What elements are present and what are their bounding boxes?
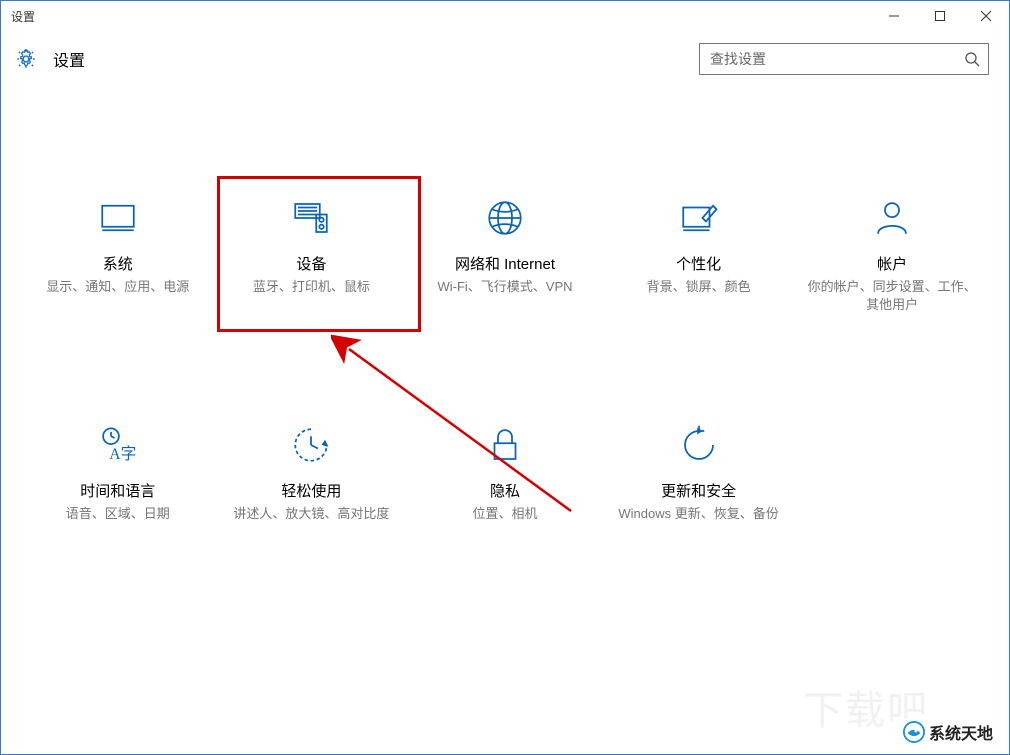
tile-privacy[interactable]: 隐私 位置、相机: [415, 424, 595, 523]
tile-row-2: A字 时间和语言 语音、区域、日期 轻松使用 讲述人、放大镜、高对比度: [21, 424, 989, 523]
tile-desc: Windows 更新、恢复、备份: [618, 505, 778, 523]
update-icon: [678, 424, 720, 466]
tile-ease-of-access[interactable]: 轻松使用 讲述人、放大镜、高对比度: [221, 424, 401, 523]
watermark-text: 系统天地: [929, 720, 993, 744]
display-icon: [97, 197, 139, 239]
window-title: 设置: [11, 8, 871, 25]
page-title: 设置: [53, 47, 699, 71]
time-language-icon: A字: [97, 424, 139, 466]
globe-icon: [484, 197, 526, 239]
tile-desc: 语音、区域、日期: [66, 505, 170, 523]
tile-desc: 你的帐户、同步设置、工作、其他用户: [807, 278, 977, 314]
tile-devices[interactable]: 设备 蓝牙、打印机、鼠标: [221, 197, 401, 314]
tile-personalization[interactable]: 个性化 背景、锁屏、颜色: [609, 197, 789, 314]
tile-desc: 位置、相机: [472, 505, 537, 523]
svg-text:A字: A字: [109, 445, 136, 463]
tile-network[interactable]: 网络和 Internet Wi-Fi、飞行模式、VPN: [415, 197, 595, 314]
search-box[interactable]: [699, 43, 989, 75]
search-input[interactable]: [700, 44, 988, 74]
personalization-icon: [678, 197, 720, 239]
tile-title: 网络和 Internet: [455, 253, 555, 274]
person-icon: [871, 197, 913, 239]
gear-icon: [15, 48, 37, 70]
tile-title: 系统: [103, 253, 133, 274]
tile-title: 设备: [296, 253, 326, 274]
tile-title: 帐户: [877, 253, 907, 274]
tile-title: 个性化: [676, 253, 721, 274]
lock-icon: [484, 424, 526, 466]
header-bar: 设置: [1, 31, 1009, 87]
tiles-container: 系统 显示、通知、应用、电源 设备 蓝牙、打印机、鼠标: [1, 87, 1009, 524]
tile-desc: 显示、通知、应用、电源: [46, 278, 189, 296]
tile-title: 时间和语言: [80, 480, 155, 501]
minimize-button[interactable]: [871, 1, 917, 31]
ease-of-access-icon: [290, 424, 332, 466]
tile-desc: Wi-Fi、飞行模式、VPN: [437, 278, 572, 296]
close-icon: [980, 10, 992, 22]
minimize-icon: [888, 10, 900, 22]
tile-desc: 背景、锁屏、颜色: [647, 278, 751, 296]
close-button[interactable]: [963, 1, 1009, 31]
watermark-logo-icon: [903, 721, 925, 743]
tile-update-security[interactable]: 更新和安全 Windows 更新、恢复、备份: [609, 424, 789, 523]
maximize-button[interactable]: [917, 1, 963, 31]
search-icon: [964, 51, 980, 67]
tile-desc: 讲述人、放大镜、高对比度: [233, 505, 389, 523]
tile-system[interactable]: 系统 显示、通知、应用、电源: [28, 197, 208, 314]
maximize-icon: [934, 10, 946, 22]
window-controls: [871, 1, 1009, 31]
watermark-badge: 系统天地: [897, 718, 999, 746]
tile-title: 隐私: [490, 480, 520, 501]
window-titlebar: 设置: [1, 1, 1009, 31]
tile-time-language[interactable]: A字 时间和语言 语音、区域、日期: [28, 424, 208, 523]
tile-desc: 蓝牙、打印机、鼠标: [253, 278, 370, 296]
tile-accounts[interactable]: 帐户 你的帐户、同步设置、工作、其他用户: [802, 197, 982, 314]
tile-title: 更新和安全: [661, 480, 736, 501]
tile-row-1: 系统 显示、通知、应用、电源 设备 蓝牙、打印机、鼠标: [21, 197, 989, 314]
tile-title: 轻松使用: [281, 480, 341, 501]
devices-icon: [290, 197, 332, 239]
